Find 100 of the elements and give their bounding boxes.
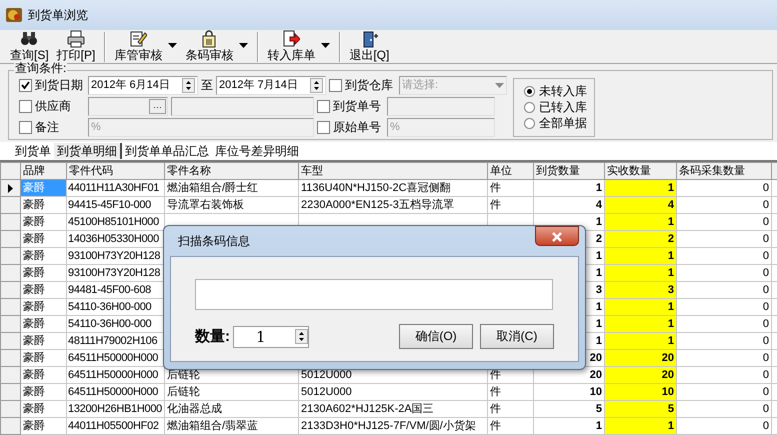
column-header[interactable]: 到货数量 xyxy=(534,162,604,180)
table-cell: 1 xyxy=(534,418,604,434)
table-cell: 1 xyxy=(604,418,676,434)
tab[interactable]: 到货单 xyxy=(12,143,54,159)
order-number-field[interactable] xyxy=(387,97,495,116)
dialog-button[interactable]: 确信(O) xyxy=(399,324,473,349)
column-header[interactable]: 品牌 xyxy=(20,162,66,180)
printer-icon xyxy=(67,30,85,48)
column-header[interactable]: 单位 xyxy=(488,162,534,180)
table-cell: 5 xyxy=(604,400,676,418)
binoculars-icon xyxy=(20,30,38,48)
table-cell: 45100H85101H000 xyxy=(66,214,164,230)
row-header[interactable] xyxy=(0,418,20,434)
row-header[interactable] xyxy=(0,264,20,282)
table-cell: 1 xyxy=(604,180,676,196)
radio-option[interactable]: 未转入库 xyxy=(524,83,594,99)
spin-buttons[interactable] xyxy=(295,329,308,344)
supplier-code-field[interactable]: ··· xyxy=(88,97,168,116)
quantity-field[interactable]: 1 xyxy=(233,326,309,348)
table-cell: 件 xyxy=(488,418,534,434)
radio-button[interactable] xyxy=(524,86,535,96)
table-cell: 20 xyxy=(604,350,676,366)
table-cell: 1 xyxy=(604,214,676,230)
spin-buttons[interactable] xyxy=(310,78,323,93)
toolbar-button[interactable]: 退出[Q] xyxy=(345,30,394,62)
checkbox-label: 供应商 xyxy=(35,99,71,114)
row-header[interactable] xyxy=(0,248,20,264)
checkbox[interactable] xyxy=(19,100,32,113)
date-separator: 至 xyxy=(201,78,213,93)
table-cell: 后链轮 xyxy=(164,384,298,400)
row-header[interactable] xyxy=(0,366,20,384)
row-header[interactable] xyxy=(0,230,20,248)
table-cell: 4 xyxy=(604,196,676,214)
column-header[interactable]: 零件代码 xyxy=(66,162,164,180)
checkbox-label: 原始单号 xyxy=(333,120,381,135)
table-cell: 0 xyxy=(676,282,772,298)
toolbar-button[interactable]: 条码审核 xyxy=(181,30,238,62)
table-cell: 44011H05500HF02 xyxy=(66,418,164,434)
table-cell: 5 xyxy=(534,400,604,418)
radio-option[interactable]: 全部单据 xyxy=(524,115,594,131)
table-cell: 导流罩右装饰板 xyxy=(164,196,298,214)
table-cell: 1 xyxy=(604,298,676,316)
table-cell: 燃油箱组合/爵士红 xyxy=(164,180,298,196)
toolbar-button[interactable]: 打印[P] xyxy=(52,30,100,62)
tab[interactable]: 到货单单品汇总 xyxy=(122,143,212,159)
table-cell: 0 xyxy=(676,418,772,434)
toolbar-button[interactable]: 查询[S] xyxy=(6,30,53,62)
table-cell: 件 xyxy=(488,196,534,214)
checkbox[interactable] xyxy=(317,120,330,134)
table-cell: 豪爵 xyxy=(20,350,66,366)
table-cell: 豪爵 xyxy=(20,248,66,264)
table-cell: 豪爵 xyxy=(20,264,66,282)
caret-icon xyxy=(168,42,178,48)
date-field[interactable]: 2012年 6月14日 xyxy=(88,76,198,95)
tab[interactable]: 库位号差异明细 xyxy=(212,143,302,159)
table-cell: 10 xyxy=(604,384,676,400)
radio-button[interactable] xyxy=(524,118,535,128)
column-header[interactable]: 条码采集数量 xyxy=(676,162,772,180)
barcode-input-field[interactable] xyxy=(195,279,553,310)
table-cell: 0 xyxy=(676,230,772,248)
table-cell: 豪爵 xyxy=(20,332,66,350)
row-header[interactable] xyxy=(0,196,20,214)
spin-buttons[interactable] xyxy=(182,78,195,93)
close-icon xyxy=(552,232,562,242)
supplier-name-field[interactable] xyxy=(171,97,314,116)
app-icon xyxy=(6,7,22,23)
browse-button[interactable]: ··· xyxy=(149,99,166,114)
table-cell: 0 xyxy=(676,316,772,332)
table-cell: 豪爵 xyxy=(20,214,66,230)
row-header[interactable] xyxy=(0,350,20,366)
radio-button[interactable] xyxy=(524,102,535,112)
checkbox[interactable] xyxy=(317,100,330,113)
column-header[interactable]: 零件名称 xyxy=(164,162,298,180)
checkbox[interactable] xyxy=(329,78,342,92)
row-header[interactable] xyxy=(0,214,20,230)
tab[interactable]: 到货单明细 xyxy=(54,143,122,159)
date-field[interactable]: 2012年 7月14日 xyxy=(216,76,326,95)
table-cell: 1 xyxy=(604,248,676,264)
table-cell: 豪爵 xyxy=(20,196,66,214)
checkbox[interactable] xyxy=(19,120,32,134)
row-header[interactable] xyxy=(0,384,20,400)
checkbox-label: 到货单号 xyxy=(333,99,381,114)
table-cell: 化油器总成 xyxy=(164,400,298,418)
dialog-button[interactable]: 取消(C) xyxy=(480,324,554,349)
radio-option[interactable]: 已转入库 xyxy=(524,99,594,115)
toolbar-button[interactable]: 转入库单 xyxy=(263,30,320,62)
checkbox[interactable] xyxy=(19,78,32,92)
table-cell: 1 xyxy=(534,180,604,196)
table-cell: 2 xyxy=(604,230,676,248)
row-header[interactable] xyxy=(0,282,20,298)
close-button[interactable] xyxy=(535,226,579,246)
table-cell: 0 xyxy=(676,400,772,418)
row-header[interactable] xyxy=(0,298,20,316)
toolbar-button[interactable]: 库管审核 xyxy=(110,30,166,62)
table-cell: 2230A000*EN125-3五档导流罩 xyxy=(298,196,488,214)
row-header[interactable] xyxy=(0,316,20,332)
row-header[interactable] xyxy=(0,400,20,418)
column-header[interactable]: 车型 xyxy=(298,162,488,180)
row-header[interactable] xyxy=(0,332,20,350)
column-header[interactable]: 实收数量 xyxy=(604,162,676,180)
